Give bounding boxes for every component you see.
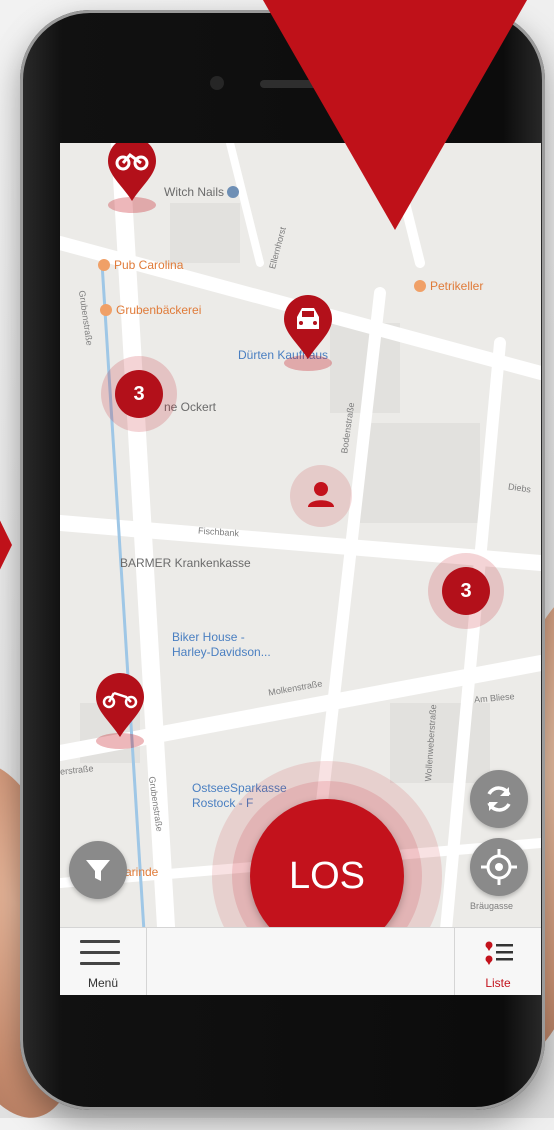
user-location (290, 465, 352, 527)
bar-icon (98, 259, 110, 271)
red-triangle-decoration (240, 0, 550, 230)
cluster-count: 3 (115, 370, 163, 418)
bike-icon (108, 143, 156, 213)
bottom-nav: Menü Liste (60, 927, 541, 995)
list-icon (485, 941, 513, 965)
menu-label: Menü (87, 976, 119, 990)
poi-witch-nails[interactable]: Witch Nails (164, 185, 243, 199)
app-screen: Witch Nails Pub Carolina Grubenbäckerei … (60, 143, 541, 995)
restaurant-icon (414, 280, 426, 292)
refresh-icon (487, 786, 511, 812)
crosshair-icon (481, 849, 517, 885)
scooter-icon (96, 673, 144, 749)
list-button[interactable]: Liste (454, 928, 541, 995)
cluster-marker[interactable]: 3 (428, 553, 504, 629)
list-label: Liste (485, 976, 511, 990)
cluster-marker[interactable]: 3 (101, 356, 177, 432)
poi-petrikeller[interactable]: Petrikeller (414, 279, 483, 293)
poi-biker-house[interactable]: Biker House - Harley-Davidson... (172, 630, 271, 660)
person-icon (308, 482, 334, 507)
front-camera (210, 76, 224, 90)
street-label: Bräugasse (470, 901, 514, 911)
filter-icon (86, 860, 110, 881)
cluster-count: 3 (442, 567, 490, 615)
bakery-icon (100, 304, 112, 316)
menu-button[interactable]: Menü (60, 928, 147, 995)
hamburger-icon (80, 940, 120, 973)
filter-button[interactable] (69, 841, 127, 899)
car-icon (284, 295, 332, 371)
poi-barmer[interactable]: BARMER Krankenkasse (120, 556, 251, 570)
poi-grubenbaeckerei[interactable]: Grubenbäckerei (100, 303, 201, 317)
red-triangle-left-decoration (0, 500, 12, 590)
poi-pub-carolina[interactable]: Pub Carolina (98, 258, 183, 272)
poi-pin-icon (227, 186, 240, 198)
refresh-button[interactable] (470, 770, 528, 828)
locate-button[interactable] (470, 838, 528, 896)
